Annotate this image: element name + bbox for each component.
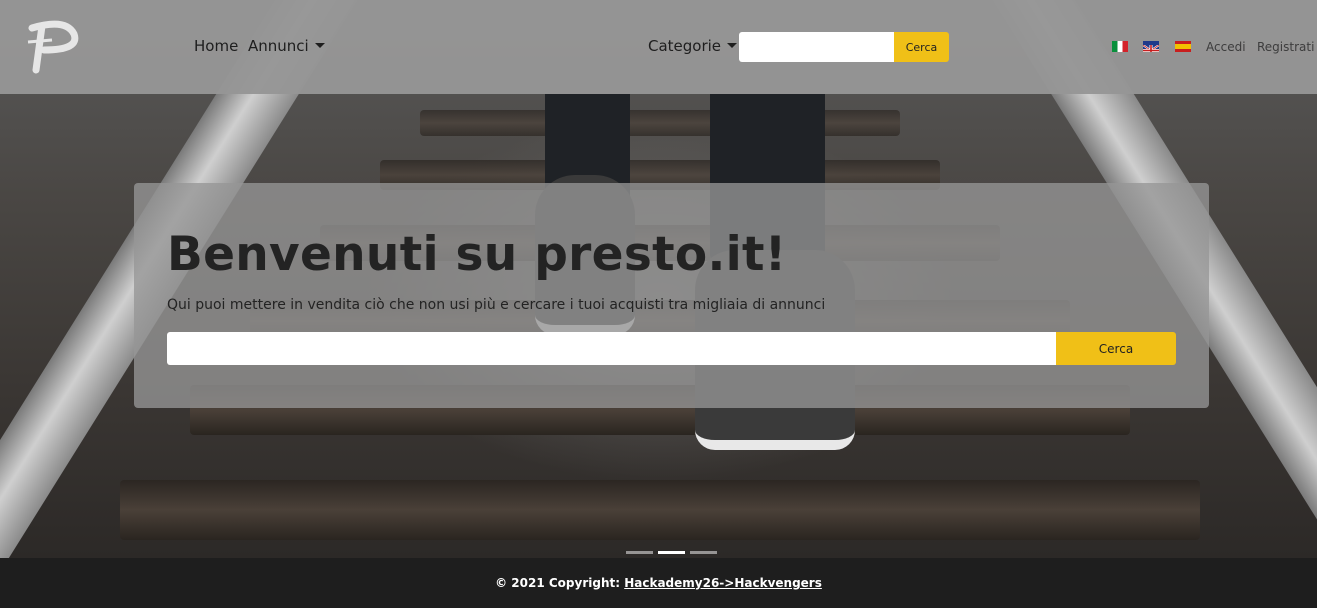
hero-search-button[interactable]: Cerca [1056, 332, 1176, 365]
chevron-down-icon [314, 43, 325, 48]
flag-uk-icon[interactable] [1143, 41, 1159, 52]
hero-jumbotron: Benvenuti su presto.it! Qui puoi mettere… [134, 183, 1209, 408]
nav-search-button[interactable]: Cerca [894, 32, 949, 62]
register-link[interactable]: Registrati [1257, 40, 1314, 54]
nav-categorie-dropdown[interactable]: Categorie [648, 37, 738, 55]
carousel-indicator-2[interactable] [658, 551, 685, 554]
carousel-indicator-1[interactable] [626, 551, 653, 554]
nav-home-link[interactable]: Home [194, 37, 238, 55]
flag-spain-icon[interactable] [1175, 41, 1191, 52]
footer-copyright: © 2021 Copyright: [495, 576, 625, 590]
hero-subtitle: Qui puoi mettere in vendita ciò che non … [167, 297, 826, 313]
chevron-down-icon [727, 43, 738, 48]
hero-title: Benvenuti su presto.it! [167, 227, 787, 282]
nav-annunci-label: Annunci [248, 37, 309, 55]
nav-annunci-dropdown[interactable]: Annunci [248, 37, 325, 55]
flag-italy-icon[interactable] [1112, 41, 1128, 52]
presto-logo-icon[interactable] [22, 20, 80, 74]
carousel-indicator-3[interactable] [690, 551, 717, 554]
nav-search-input[interactable] [739, 32, 895, 62]
footer-link[interactable]: Hackademy26->Hackvengers [624, 576, 822, 590]
hero-search-input[interactable] [167, 332, 1057, 365]
navbar: Home Annunci Categorie Cerca Accedi Regi… [0, 0, 1317, 94]
login-link[interactable]: Accedi [1206, 40, 1246, 54]
footer: © 2021 Copyright: Hackademy26->Hackvenge… [0, 558, 1317, 608]
nav-categorie-label: Categorie [648, 37, 722, 55]
